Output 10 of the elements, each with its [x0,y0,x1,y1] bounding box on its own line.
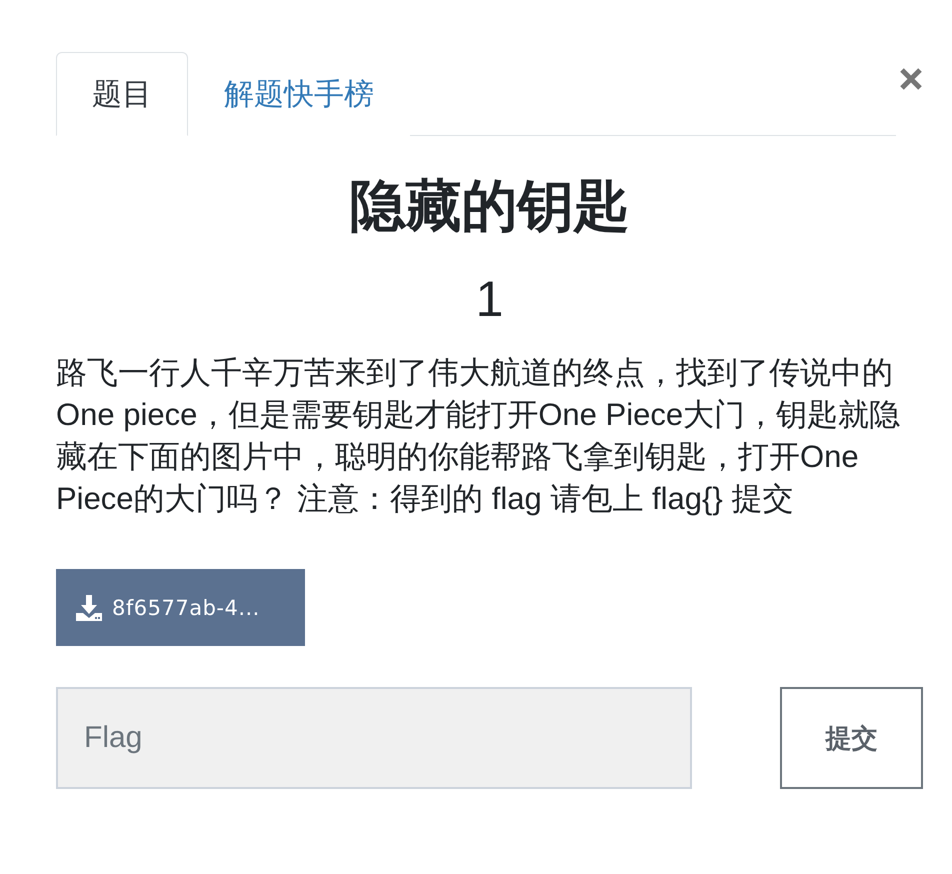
download-icon [75,594,103,622]
challenge-title: 隐藏的钥匙 [348,174,630,238]
close-icon [898,66,922,90]
download-button[interactable]: 8f6577ab-4... [56,569,305,646]
tab[interactable]: 题目 [56,52,188,136]
submit-button[interactable]: 提交 [780,687,923,789]
challenge-points: 1 [474,270,504,329]
challenge-description: 路飞一行人千辛万苦来到了伟大航道的终点，找到了传说中的One piece，但是需要钥匙才能打开One Piece大门，钥匙就隐藏在下面的图片中，聪明的你能帮路飞拿到钥匙，打开One Piece的大门吗？ 注意：得到的 flag 请包上 flag{} 提交 [56,354,902,518]
flag-input[interactable]: Flag [56,687,692,789]
close-button[interactable] [898,66,923,91]
